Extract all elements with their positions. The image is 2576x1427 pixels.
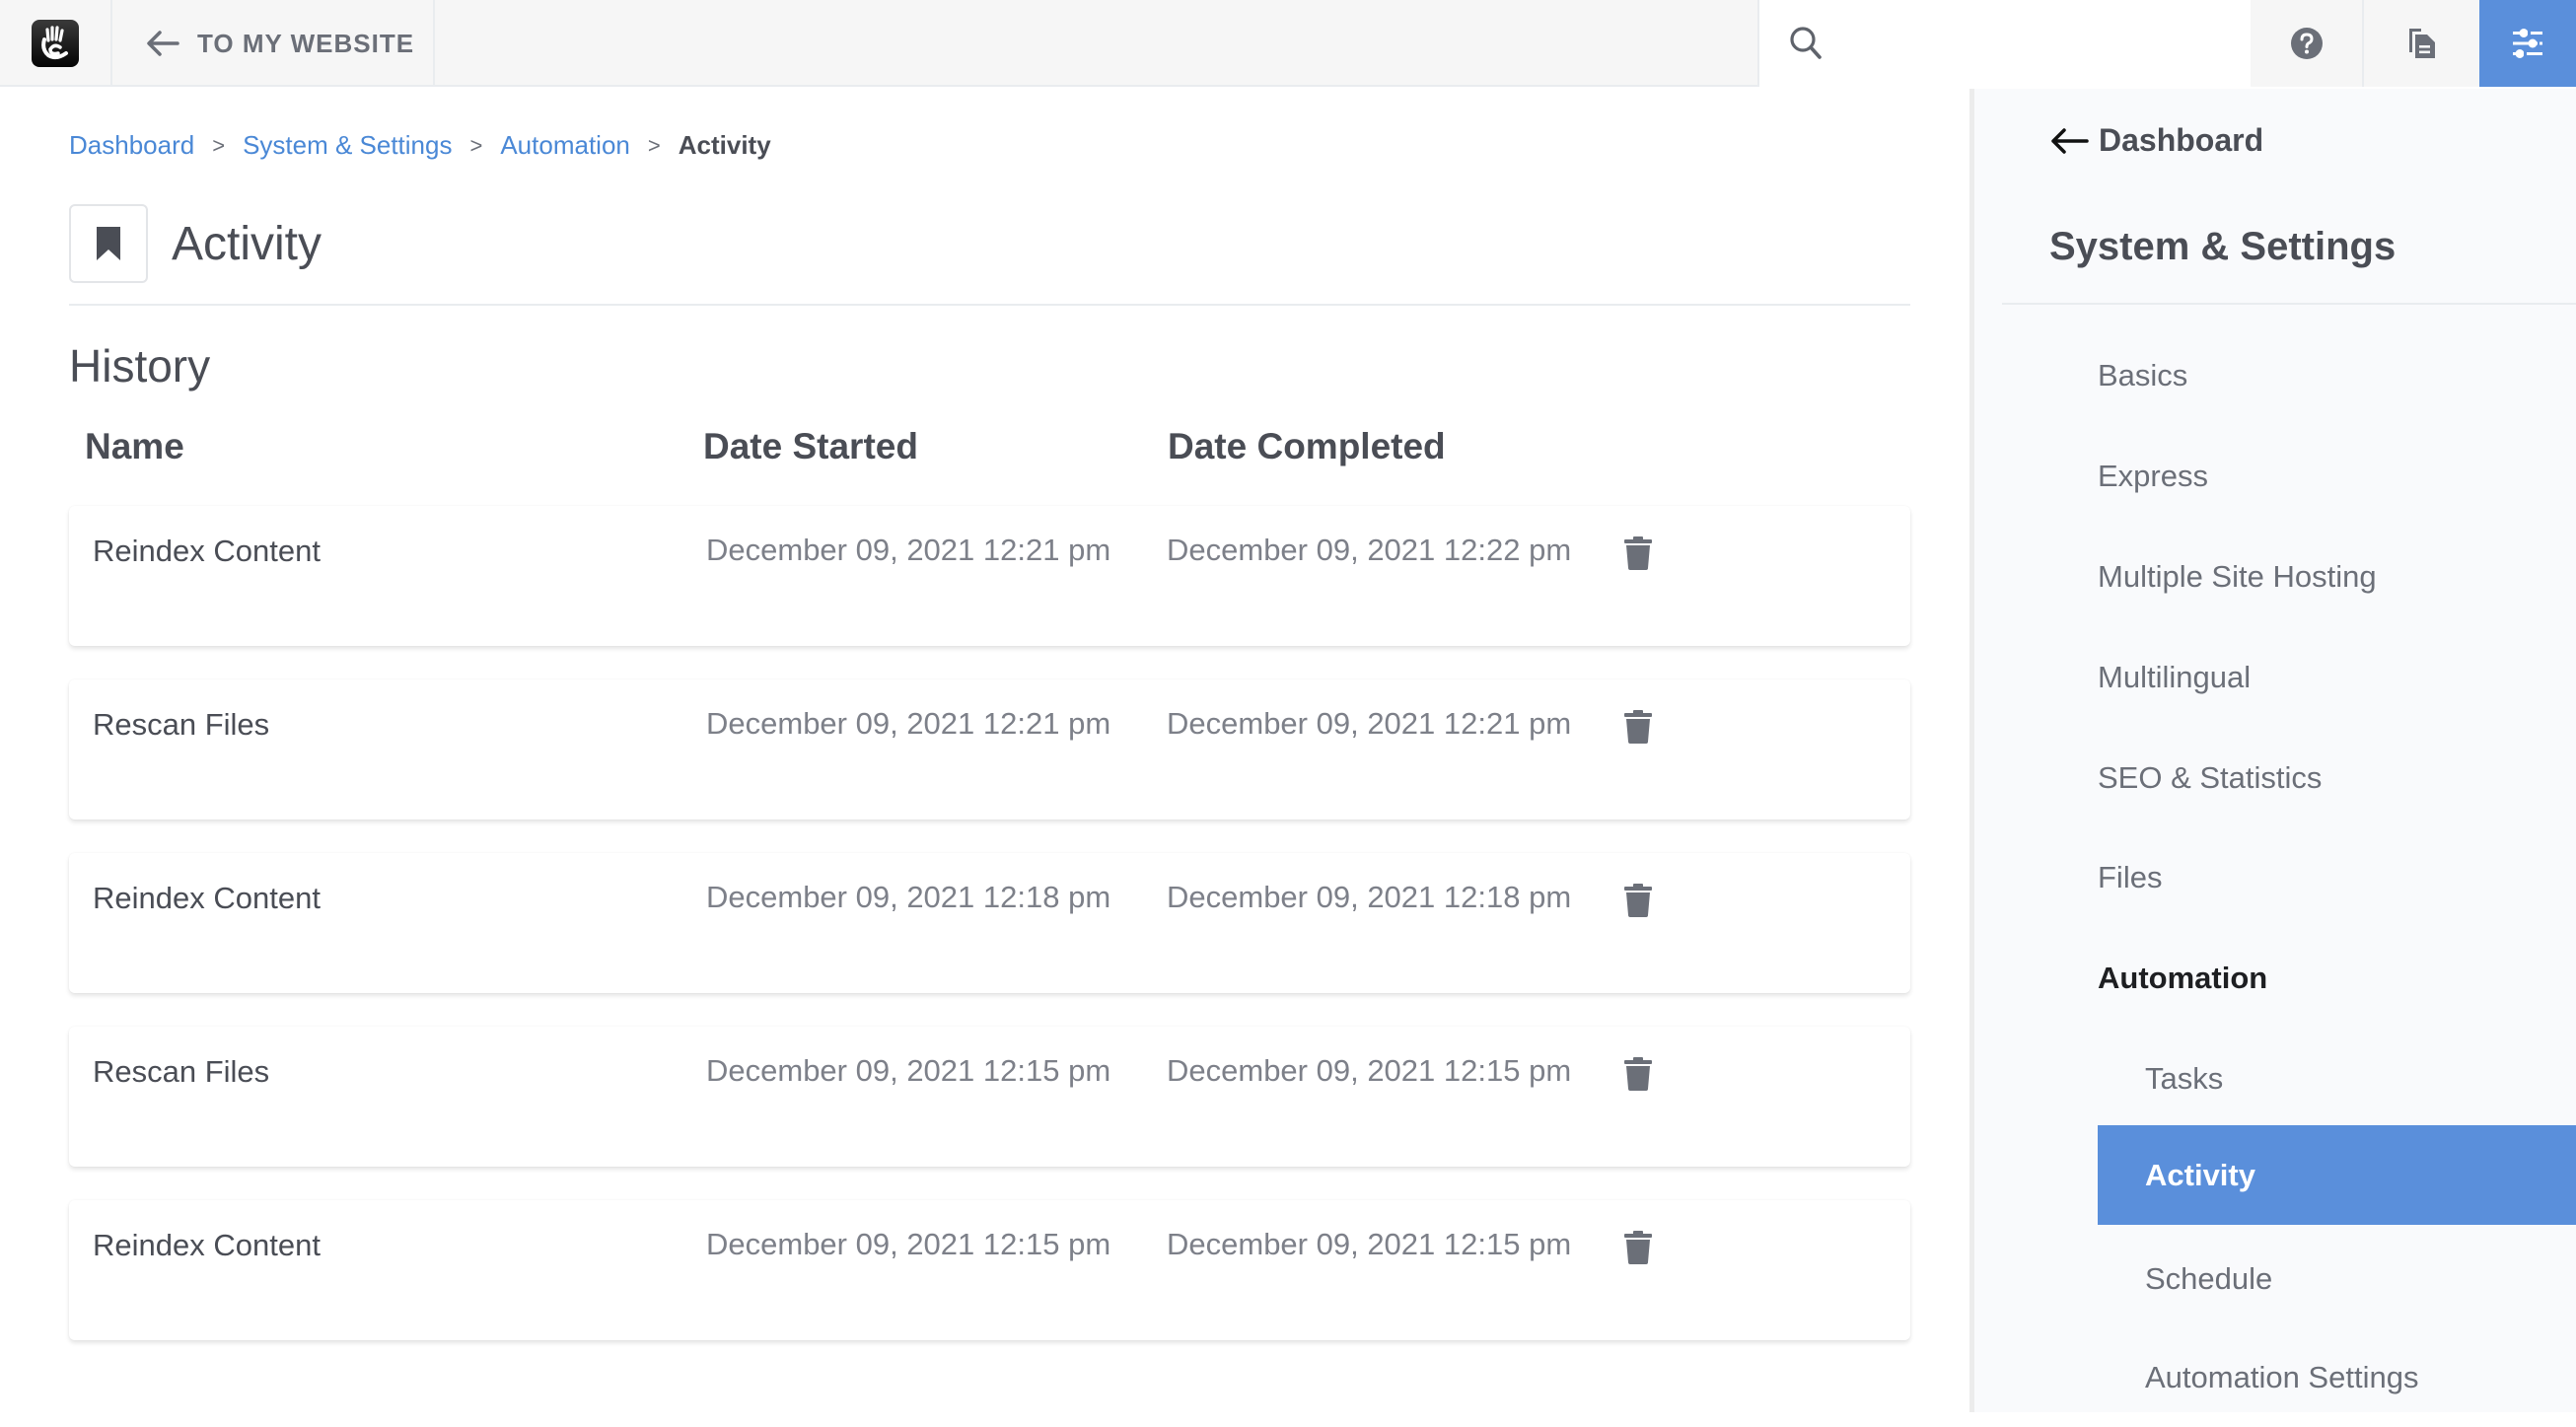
date-completed: December 09, 2021 12:22 pm: [1167, 533, 1572, 567]
help-button[interactable]: [2251, 0, 2364, 87]
search-input[interactable]: [1840, 28, 2235, 59]
delete-button[interactable]: [1620, 1228, 1656, 1267]
pages-button[interactable]: [2364, 0, 2479, 87]
sidebar-title: System & Settings: [2049, 225, 2397, 268]
sidebar-back-label: Dashboard: [2099, 122, 2264, 158]
sidebar-item-activity[interactable]: Activity: [2098, 1125, 2576, 1225]
trash-icon: [1624, 884, 1652, 917]
sidebar-item-tasks[interactable]: Tasks: [2098, 1029, 2576, 1128]
breadcrumb: Dashboard > System & Settings > Automati…: [69, 130, 771, 161]
sidebar-item-multilingual[interactable]: Multilingual: [2098, 627, 2576, 727]
table-row: Rescan Files December 09, 2021 12:21 pm …: [69, 679, 1910, 820]
sidebar-item-basics[interactable]: Basics: [2098, 325, 2576, 425]
task-name: Reindex Content: [93, 1228, 321, 1262]
sidebar-item-express[interactable]: Express: [2098, 426, 2576, 526]
copy-file-icon: [2408, 29, 2435, 58]
table-row: Reindex Content December 09, 2021 12:21 …: [69, 506, 1910, 646]
breadcrumb-separator: >: [212, 132, 226, 158]
date-started: December 09, 2021 12:15 pm: [706, 1227, 1111, 1261]
bookmark-button[interactable]: [69, 204, 148, 283]
delete-button[interactable]: [1620, 881, 1656, 920]
date-completed: December 09, 2021 12:15 pm: [1167, 1053, 1572, 1088]
settings-button[interactable]: [2479, 0, 2576, 87]
breadcrumb-system-settings[interactable]: System & Settings: [243, 130, 452, 161]
column-header-date-completed: Date Completed: [1168, 426, 1446, 466]
task-name: Reindex Content: [93, 534, 321, 568]
table-row: Reindex Content December 09, 2021 12:18 …: [69, 853, 1910, 993]
table-row: Rescan Files December 09, 2021 12:15 pm …: [69, 1027, 1910, 1167]
settings-sidebar: Dashboard System & Settings Basics Expre…: [1969, 89, 2576, 1412]
breadcrumb-automation[interactable]: Automation: [500, 130, 630, 161]
sidebar-divider: [2002, 303, 2576, 305]
column-header-name: Name: [85, 426, 184, 466]
question-circle-icon: [2290, 28, 2323, 59]
header-divider: [69, 304, 1910, 306]
date-completed: December 09, 2021 12:18 pm: [1167, 880, 1572, 914]
breadcrumb-separator: >: [647, 132, 661, 158]
sidebar-item-files[interactable]: Files: [2098, 827, 2576, 927]
logo-button[interactable]: [0, 0, 112, 87]
task-name: Rescan Files: [93, 1054, 270, 1089]
delete-button[interactable]: [1620, 1054, 1656, 1094]
bookmark-icon: [97, 227, 120, 260]
trash-icon: [1624, 536, 1652, 570]
date-started: December 09, 2021 12:15 pm: [706, 1053, 1111, 1088]
arrow-left-icon: [2051, 127, 2089, 154]
sliders-icon: [2513, 29, 2542, 58]
trash-icon: [1624, 1057, 1652, 1091]
concrete-hand-logo-icon: [32, 20, 79, 67]
main-content: Dashboard > System & Settings > Automati…: [0, 89, 1969, 1412]
delete-button[interactable]: [1620, 707, 1656, 747]
column-header-date-started: Date Started: [703, 426, 918, 466]
breadcrumb-separator: >: [469, 132, 483, 158]
date-completed: December 09, 2021 12:21 pm: [1167, 706, 1572, 741]
date-completed: December 09, 2021 12:15 pm: [1167, 1227, 1572, 1261]
section-title: History: [69, 340, 211, 392]
to-my-website-label: To my website: [197, 28, 415, 58]
top-toolbar: To my website: [0, 0, 2576, 87]
date-started: December 09, 2021 12:18 pm: [706, 880, 1111, 914]
trash-icon: [1624, 710, 1652, 744]
breadcrumb-dashboard[interactable]: Dashboard: [69, 130, 194, 161]
to-my-website-link[interactable]: To my website: [112, 0, 435, 87]
delete-button[interactable]: [1620, 534, 1656, 573]
sidebar-back-dashboard[interactable]: Dashboard: [2049, 122, 2263, 159]
table-row: Reindex Content December 09, 2021 12:15 …: [69, 1200, 1910, 1340]
page-title: Activity: [172, 217, 322, 270]
task-name: Reindex Content: [93, 881, 321, 915]
search-icon: [1790, 27, 1822, 59]
task-name: Rescan Files: [93, 707, 270, 742]
sidebar-item-automation[interactable]: Automation: [2098, 928, 2576, 1028]
arrow-left-icon: [147, 31, 179, 56]
date-started: December 09, 2021 12:21 pm: [706, 706, 1111, 741]
sidebar-item-seo-statistics[interactable]: SEO & Statistics: [2098, 728, 2576, 827]
breadcrumb-current: Activity: [678, 130, 771, 160]
date-started: December 09, 2021 12:21 pm: [706, 533, 1111, 567]
trash-icon: [1624, 1231, 1652, 1264]
search-box[interactable]: [1757, 0, 2251, 87]
sidebar-item-schedule[interactable]: Schedule: [2098, 1229, 2576, 1328]
page-header: Activity: [69, 204, 322, 283]
sidebar-item-multiple-site-hosting[interactable]: Multiple Site Hosting: [2098, 527, 2576, 626]
